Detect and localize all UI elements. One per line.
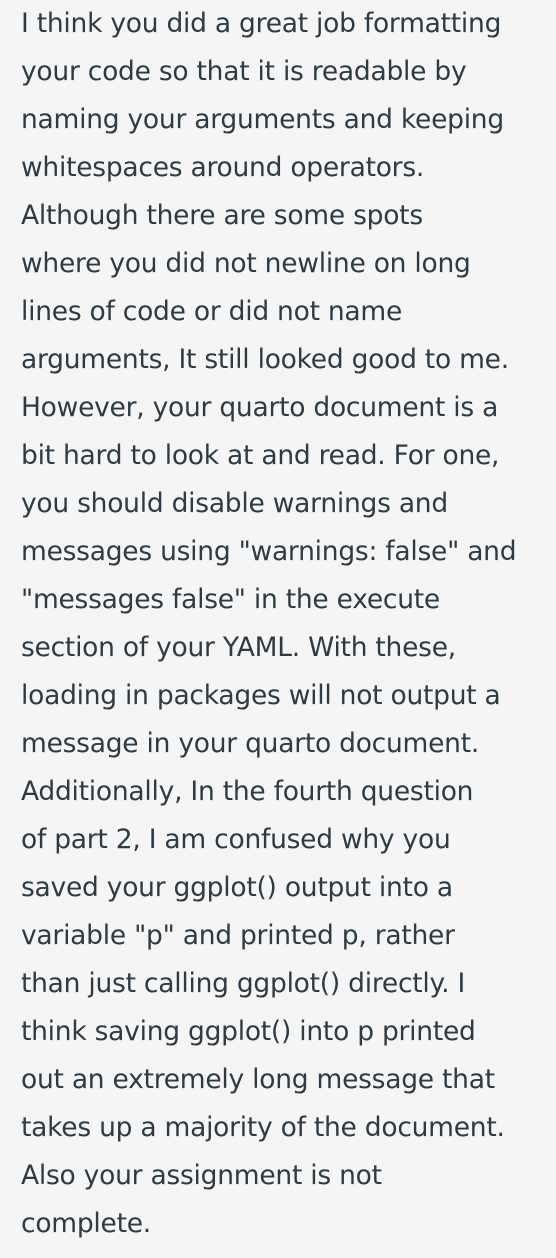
comment-line: you should disable warnings and [21,488,448,519]
comment-line: Additionally, In the fourth question [21,776,474,807]
comment-line: where you did not newline on long [21,248,471,279]
comment-line: However, your quarto document is a [21,392,499,423]
comment-line: think saving ggplot() into p printed [21,1016,476,1047]
comment-line: section of your YAML. With these, [21,632,456,663]
comment-line: of part 2, I am confused why you [21,824,451,855]
feedback-comment: I think you did a great job formatting y… [0,0,556,1258]
comment-line: out an extremely long message that [21,1064,495,1095]
comment-line: complete. [21,1208,151,1239]
comment-line: message in your quarto document. [21,728,480,759]
comment-line: loading in packages will not output a [21,680,501,711]
comment-line: Although there are some spots [21,200,423,231]
comment-line: messages using "warnings: false" and [21,536,517,567]
comment-line: saved your ggplot() output into a [21,872,453,903]
comment-line: your code so that it is readable by [21,56,467,87]
comment-line: arguments, It still looked good to me. [21,344,509,375]
comment-line: whitespaces around operators. [21,152,425,183]
comment-line: bit hard to look at and read. For one, [21,440,500,471]
comment-line: variable "p" and printed p, rather [21,920,455,951]
comment-line: I think you did a great job formatting [21,8,502,39]
comment-line: takes up a majority of the document. [21,1112,505,1143]
comment-line: naming your arguments and keeping [21,104,504,135]
comment-line: Also your assignment is not [21,1160,382,1191]
comment-line: "messages false" in the execute [21,584,440,615]
comment-line: lines of code or did not name [21,296,403,327]
comment-line: than just calling ggplot() directly. I [21,968,466,999]
